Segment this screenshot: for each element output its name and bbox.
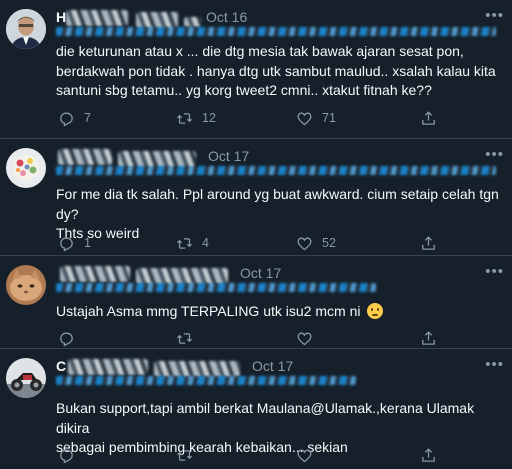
tweet-text-line: Bukan support,tapi ambil berkat Maulana@… [56, 400, 475, 436]
reply-button[interactable]: 1 [58, 233, 91, 253]
reply-button[interactable]: 7 [58, 108, 91, 128]
retweet-count: 4 [202, 236, 209, 250]
tweet[interactable]: Oct 17 ••• Ustajah Asma mmg TERPALING ut… [0, 256, 512, 349]
retweet-icon [176, 449, 193, 461]
tweet-text-line: Ustajah Asma mmg TERPALING utk isu2 mcm … [56, 303, 361, 319]
retweet-button[interactable]: 4 [176, 233, 209, 253]
author-name-redacted[interactable] [58, 149, 112, 165]
share-icon [422, 235, 435, 250]
heart-icon [297, 237, 312, 250]
tweet-text-line: die keturunan atau x ... die dtg mesia t… [56, 43, 464, 59]
tweet[interactable]: C Oct 17 ••• Bukan support,tapi ambil be… [0, 349, 512, 469]
retweet-count: 12 [202, 111, 216, 125]
author-name-redacted[interactable] [118, 151, 196, 167]
reply-count: 7 [84, 111, 91, 125]
author-name-redacted[interactable] [60, 266, 130, 282]
reply-button[interactable] [58, 328, 75, 348]
more-options-icon[interactable]: ••• [485, 146, 504, 163]
share-icon [422, 447, 435, 462]
tweet-actions [56, 328, 476, 348]
tweet-timestamp[interactable]: Oct 17 [208, 148, 249, 164]
retweet-icon [176, 237, 193, 249]
reply-button[interactable] [58, 445, 75, 465]
author-name-redacted[interactable] [68, 359, 148, 375]
avatar[interactable] [6, 9, 46, 49]
reply-icon [60, 332, 73, 346]
tweet-text-line: berdakwah pon tidak . hanya dtg utk samb… [56, 62, 496, 79]
author-handle-redacted[interactable] [56, 27, 496, 36]
tweet-text-line: For me dia tk salah. Ppl around yg buat … [56, 186, 499, 222]
author-name-redacted[interactable] [66, 10, 128, 26]
retweet-button[interactable]: 12 [176, 108, 216, 128]
reply-icon [60, 449, 73, 463]
share-icon [422, 110, 435, 125]
author-handle-redacted[interactable] [56, 166, 496, 175]
share-button[interactable] [420, 328, 437, 348]
reply-count: 1 [84, 236, 91, 250]
tweet[interactable]: Oct 17 ••• For me dia tk salah. Ppl arou… [0, 139, 512, 256]
tweet-timestamp[interactable]: Oct 17 [240, 265, 281, 281]
share-button[interactable] [420, 445, 437, 465]
author-name-redacted[interactable] [136, 12, 178, 28]
like-button[interactable]: 52 [296, 233, 336, 253]
share-button[interactable] [420, 233, 437, 253]
tweet-header: Oct 17 [56, 148, 496, 175]
author-name-initial[interactable]: C [56, 358, 66, 374]
tweet[interactable]: H Oct 16 ••• die keturunan atau x ... di… [0, 0, 512, 139]
avatar[interactable] [6, 265, 46, 305]
thinking-face-emoji-icon [367, 303, 384, 319]
more-options-icon[interactable]: ••• [485, 356, 504, 373]
like-count: 52 [322, 236, 336, 250]
tweet-timestamp[interactable]: Oct 16 [206, 9, 247, 25]
tweet-actions: 7 12 71 [56, 108, 476, 128]
heart-icon [297, 112, 312, 125]
author-name-redacted[interactable] [136, 268, 228, 284]
like-button[interactable] [296, 445, 313, 465]
more-options-icon[interactable]: ••• [485, 7, 504, 24]
tweet-header: H Oct 16 [56, 9, 496, 36]
author-name-redacted[interactable] [184, 17, 202, 27]
retweet-icon [176, 332, 193, 344]
like-button[interactable]: 71 [296, 108, 336, 128]
retweet-button[interactable] [176, 328, 193, 348]
avatar[interactable] [6, 358, 46, 398]
author-name-redacted[interactable] [154, 361, 240, 377]
reply-icon [60, 237, 73, 251]
tweet-header: C Oct 17 [56, 358, 496, 385]
retweet-icon [176, 112, 193, 124]
tweet-text: Ustajah Asma mmg TERPALING utk isu2 mcm … [56, 302, 506, 322]
share-icon [422, 330, 435, 345]
tweet-actions: 1 4 52 [56, 233, 476, 253]
author-name-initial[interactable]: H [56, 9, 66, 25]
tweet-text: die keturunan atau x ... die dtg mesia t… [56, 42, 506, 101]
tweet-header: Oct 17 [56, 265, 496, 292]
tweet-timestamp[interactable]: Oct 17 [252, 358, 293, 374]
reply-icon [60, 112, 73, 126]
tweet-actions [56, 445, 476, 465]
author-handle-redacted[interactable] [56, 376, 356, 385]
heart-icon [297, 449, 312, 462]
share-button[interactable] [420, 108, 437, 128]
heart-icon [297, 332, 312, 345]
avatar[interactable] [6, 148, 46, 188]
author-handle-redacted[interactable] [56, 283, 376, 292]
like-count: 71 [322, 111, 336, 125]
more-options-icon[interactable]: ••• [485, 263, 504, 280]
retweet-button[interactable] [176, 445, 193, 465]
tweet-text-line: santuni sbg tetamu.. yg korg tweet2 cmni… [56, 82, 432, 98]
like-button[interactable] [296, 328, 313, 348]
